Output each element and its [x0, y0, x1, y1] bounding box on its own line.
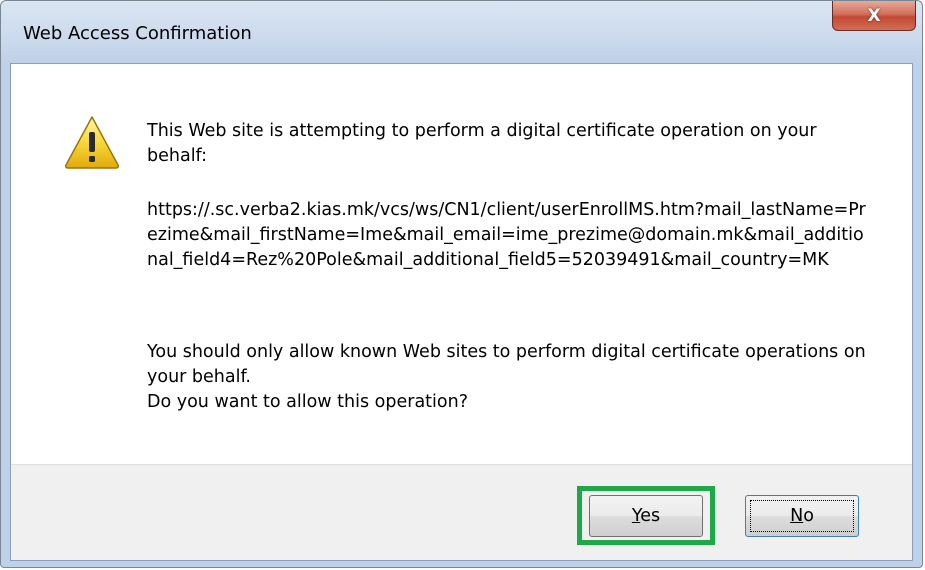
no-button-label: No: [790, 506, 814, 526]
dialog-window: Web Access Confirmation X This Web site …: [0, 0, 923, 568]
warning-triangle-icon: [65, 116, 119, 169]
question-text: Do you want to allow this operation?: [147, 392, 468, 412]
warning-message: You should only allow known Web sites to…: [147, 340, 867, 415]
close-button[interactable]: X: [832, 1, 916, 31]
intro-message: This Web site is attempting to perform a…: [147, 121, 817, 166]
warning-text: You should only allow known Web sites to…: [147, 342, 866, 387]
request-url: https://.sc.verba2.kias.mk/vcs/ws/CN1/cl…: [147, 200, 866, 270]
no-button[interactable]: No: [745, 495, 859, 537]
close-icon: X: [867, 5, 881, 26]
title-bar[interactable]: Web Access Confirmation X: [1, 1, 922, 63]
yes-button-label: Yes: [631, 506, 661, 526]
window-title: Web Access Confirmation: [23, 23, 252, 44]
yes-button[interactable]: Yes: [589, 495, 703, 537]
button-bar: Yes No: [11, 464, 912, 560]
dialog-content: This Web site is attempting to perform a…: [11, 64, 912, 465]
dialog-client-area: This Web site is attempting to perform a…: [10, 63, 913, 561]
